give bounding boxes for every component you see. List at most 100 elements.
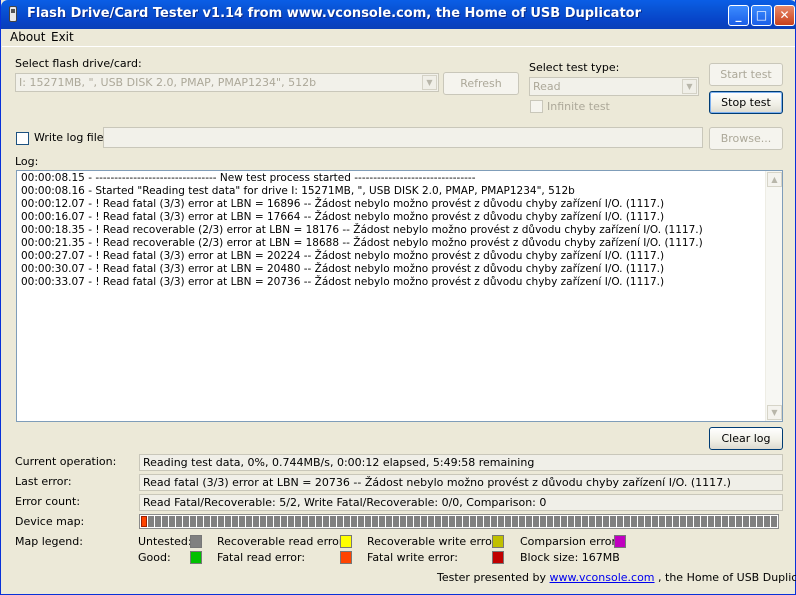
legend-recoverable-write-swatch xyxy=(492,535,504,548)
vconsole-link[interactable]: www.vconsole.com xyxy=(550,571,655,584)
device-map-cell xyxy=(316,516,322,527)
device-map-cell xyxy=(477,516,483,527)
menu-exit[interactable]: Exit xyxy=(51,30,74,44)
device-map-cell xyxy=(610,516,616,527)
device-map xyxy=(139,514,779,529)
maximize-button[interactable]: □ xyxy=(751,5,772,26)
scroll-down-icon[interactable]: ▼ xyxy=(767,405,782,420)
device-map-cell xyxy=(302,516,308,527)
write-log-label: Write log file xyxy=(34,131,104,144)
device-map-cell xyxy=(197,516,203,527)
device-map-cell xyxy=(505,516,511,527)
device-map-cell xyxy=(526,516,532,527)
last-error-value: Read fatal (3/3) error at LBN = 20736 --… xyxy=(143,476,731,489)
device-map-cell xyxy=(190,516,196,527)
maximize-icon: □ xyxy=(755,8,768,22)
device-map-cell xyxy=(568,516,574,527)
legend-comparison-label: Comparsion error: xyxy=(520,535,620,548)
error-count-label: Error count: xyxy=(15,495,81,508)
device-map-cell xyxy=(414,516,420,527)
device-map-cell xyxy=(379,516,385,527)
device-map-cell xyxy=(449,516,455,527)
device-map-cell xyxy=(337,516,343,527)
log-label: Log: xyxy=(15,155,39,168)
log-scrollbar[interactable]: ▲ ▼ xyxy=(765,171,782,421)
start-test-button[interactable]: Start test xyxy=(709,63,783,86)
device-map-cell xyxy=(771,516,777,527)
drive-select-value: I: 15271MB, ", USB DISK 2.0, PMAP, PMAP1… xyxy=(19,76,317,89)
device-map-cell xyxy=(407,516,413,527)
footer-prefix: Tester presented by xyxy=(437,571,547,584)
usb-drive-icon xyxy=(9,6,17,22)
last-error-label: Last error: xyxy=(15,475,72,488)
block-size-label: Block size: 167MB xyxy=(520,551,620,564)
device-map-cell xyxy=(701,516,707,527)
log-file-path-input[interactable] xyxy=(103,127,703,148)
device-map-cell xyxy=(638,516,644,527)
scroll-up-icon[interactable]: ▲ xyxy=(767,172,782,187)
main-window: Flash Drive/Card Tester v1.14 from www.v… xyxy=(0,0,796,595)
refresh-button[interactable]: Refresh xyxy=(443,72,519,95)
device-map-cell xyxy=(400,516,406,527)
device-map-cell xyxy=(281,516,287,527)
device-map-cell xyxy=(421,516,427,527)
footer-text: Tester presented by www.vconsole.com , t… xyxy=(437,571,796,584)
infinite-test-checkbox[interactable] xyxy=(530,100,543,113)
browse-button[interactable]: Browse... xyxy=(709,127,783,150)
device-map-cell xyxy=(750,516,756,527)
log-textarea[interactable]: 00:00:08.15 - --------------------------… xyxy=(16,170,783,422)
close-button[interactable]: ✕ xyxy=(774,5,795,26)
device-map-cell xyxy=(330,516,336,527)
device-map-cell xyxy=(498,516,504,527)
legend-untested-label: Untested: xyxy=(138,535,192,548)
write-log-checkbox[interactable] xyxy=(16,132,29,145)
current-operation-value: Reading test data, 0%, 0.744MB/s, 0:00:1… xyxy=(143,456,535,469)
legend-comparison-swatch xyxy=(614,535,626,548)
device-map-cell xyxy=(463,516,469,527)
chevron-down-icon[interactable]: ▼ xyxy=(682,79,697,94)
drive-select[interactable]: I: 15271MB, ", USB DISK 2.0, PMAP, PMAP1… xyxy=(15,73,439,92)
log-line: 00:00:21.35 - ! Read recoverable (2/3) e… xyxy=(21,237,703,249)
clear-log-button[interactable]: Clear log xyxy=(709,427,783,450)
device-map-cell xyxy=(519,516,525,527)
device-map-cell xyxy=(554,516,560,527)
device-map-cell xyxy=(260,516,266,527)
device-map-cell xyxy=(386,516,392,527)
device-map-cell xyxy=(708,516,714,527)
legend-good-swatch xyxy=(190,551,202,564)
error-count-field: Read Fatal/Recoverable: 5/2, Write Fatal… xyxy=(139,494,783,511)
device-map-cell xyxy=(211,516,217,527)
log-line: 00:00:33.07 - ! Read fatal (3/3) error a… xyxy=(21,276,665,288)
device-map-cell xyxy=(183,516,189,527)
device-map-cell xyxy=(351,516,357,527)
device-map-cells xyxy=(141,516,778,527)
device-map-cell xyxy=(365,516,371,527)
device-map-label: Device map: xyxy=(15,515,85,528)
device-map-cell xyxy=(218,516,224,527)
device-map-cell xyxy=(442,516,448,527)
legend-recoverable-read-label: Recoverable read error: xyxy=(217,535,347,548)
legend-fatal-write-swatch xyxy=(492,551,504,564)
device-map-cell xyxy=(239,516,245,527)
device-map-cell xyxy=(603,516,609,527)
device-map-cell xyxy=(267,516,273,527)
window-title: Flash Drive/Card Tester v1.14 from www.v… xyxy=(27,6,641,21)
test-type-select[interactable]: Read ▼ xyxy=(529,77,699,96)
log-line: 00:00:18.35 - ! Read recoverable (2/3) e… xyxy=(21,224,703,236)
device-map-cell xyxy=(736,516,742,527)
chevron-down-icon[interactable]: ▼ xyxy=(422,75,437,90)
device-map-cell xyxy=(561,516,567,527)
device-map-cell xyxy=(673,516,679,527)
device-map-cell xyxy=(141,516,147,527)
device-map-cell xyxy=(680,516,686,527)
title-bar[interactable]: Flash Drive/Card Tester v1.14 from www.v… xyxy=(1,0,796,29)
device-map-cell xyxy=(617,516,623,527)
device-map-cell xyxy=(694,516,700,527)
device-map-cell xyxy=(484,516,490,527)
menu-about[interactable]: About xyxy=(10,30,45,44)
minimize-button[interactable]: _ xyxy=(728,5,749,26)
device-map-cell xyxy=(533,516,539,527)
close-icon: ✕ xyxy=(779,8,790,22)
stop-test-button[interactable]: Stop test xyxy=(709,91,783,114)
device-map-cell xyxy=(764,516,770,527)
